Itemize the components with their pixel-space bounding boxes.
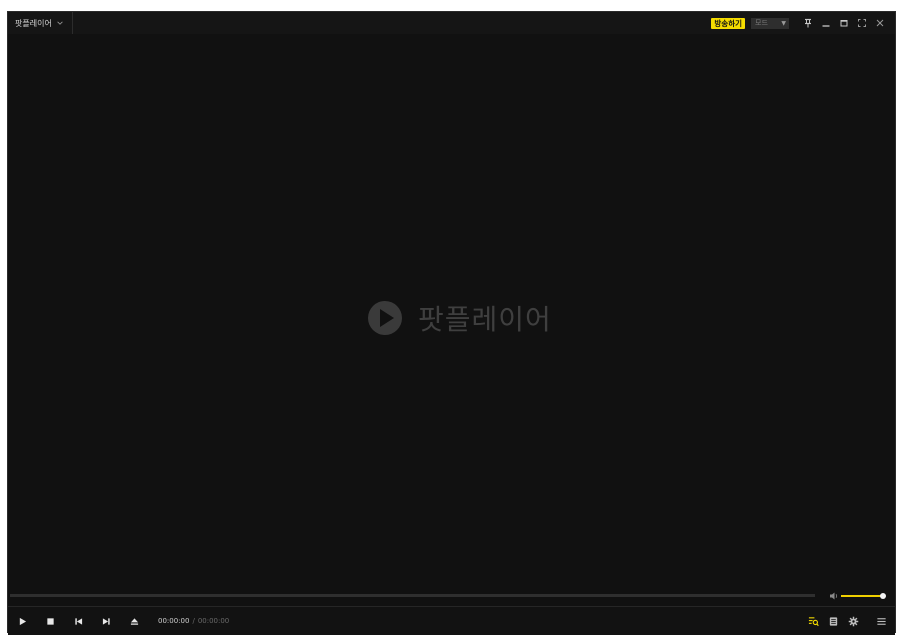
maximize-button[interactable] xyxy=(835,12,853,34)
volume-slider[interactable] xyxy=(841,593,886,599)
main-menu-button[interactable] xyxy=(871,607,891,635)
fullscreen-icon xyxy=(858,19,866,27)
title-bar: 팟플레이어 방송하기 모드 ▼ xyxy=(8,12,895,34)
settings-button[interactable] xyxy=(843,607,863,635)
player-logo: 팟플레이어 xyxy=(362,295,552,341)
chevron-down-icon xyxy=(57,21,63,25)
volume-knob[interactable] xyxy=(880,593,886,599)
app-menu-button[interactable]: 팟플레이어 xyxy=(8,12,73,34)
playlist-icon xyxy=(829,616,837,626)
current-time: 00:00:00 xyxy=(158,617,190,625)
pin-icon xyxy=(805,18,811,28)
player-window: 팟플레이어 방송하기 모드 ▼ 팟플레이어 00:00:00 / 00:00:0… xyxy=(7,11,896,635)
open-file-button[interactable] xyxy=(120,607,148,635)
mode-select-label: 모드 xyxy=(755,19,768,27)
mode-select[interactable]: 모드 ▼ xyxy=(751,17,789,29)
time-display: 00:00:00 / 00:00:00 xyxy=(158,617,229,625)
stop-button[interactable] xyxy=(36,607,64,635)
dropdown-arrow-icon: ▼ xyxy=(781,19,786,27)
gear-icon xyxy=(848,616,858,626)
eject-icon xyxy=(130,617,138,625)
control-bar-right xyxy=(803,607,895,635)
minimize-button[interactable] xyxy=(817,12,835,34)
play-logo-icon xyxy=(368,301,402,335)
skip-previous-icon xyxy=(74,617,82,625)
maximize-icon xyxy=(840,20,848,27)
pin-button[interactable] xyxy=(799,12,817,34)
stop-icon xyxy=(46,617,54,625)
app-menu-label: 팟플레이어 xyxy=(15,18,52,28)
minimize-icon xyxy=(822,25,830,27)
volume-level xyxy=(841,595,883,597)
close-icon xyxy=(876,19,884,27)
next-button[interactable] xyxy=(92,607,120,635)
seek-bar[interactable] xyxy=(10,594,815,597)
seek-row xyxy=(8,591,895,605)
playlist-search-icon xyxy=(808,616,819,626)
close-button[interactable] xyxy=(871,12,889,34)
time-separator: / xyxy=(192,617,195,625)
previous-button[interactable] xyxy=(64,607,92,635)
hamburger-menu-icon xyxy=(876,617,886,625)
fullscreen-button[interactable] xyxy=(853,12,871,34)
play-icon xyxy=(19,617,26,625)
skip-next-icon xyxy=(102,617,110,625)
broadcast-button[interactable]: 방송하기 xyxy=(711,17,745,29)
play-button[interactable] xyxy=(8,607,36,635)
playlist-button[interactable] xyxy=(823,607,843,635)
volume-icon[interactable] xyxy=(829,591,839,601)
logo-text: 팟플레이어 xyxy=(418,303,552,336)
control-bar: 00:00:00 / 00:00:00 xyxy=(8,606,895,635)
total-time: 00:00:00 xyxy=(197,617,230,625)
title-bar-controls: 방송하기 모드 ▼ xyxy=(711,12,895,34)
video-area[interactable]: 팟플레이어 xyxy=(8,34,895,591)
playlist-search-button[interactable] xyxy=(803,607,823,635)
